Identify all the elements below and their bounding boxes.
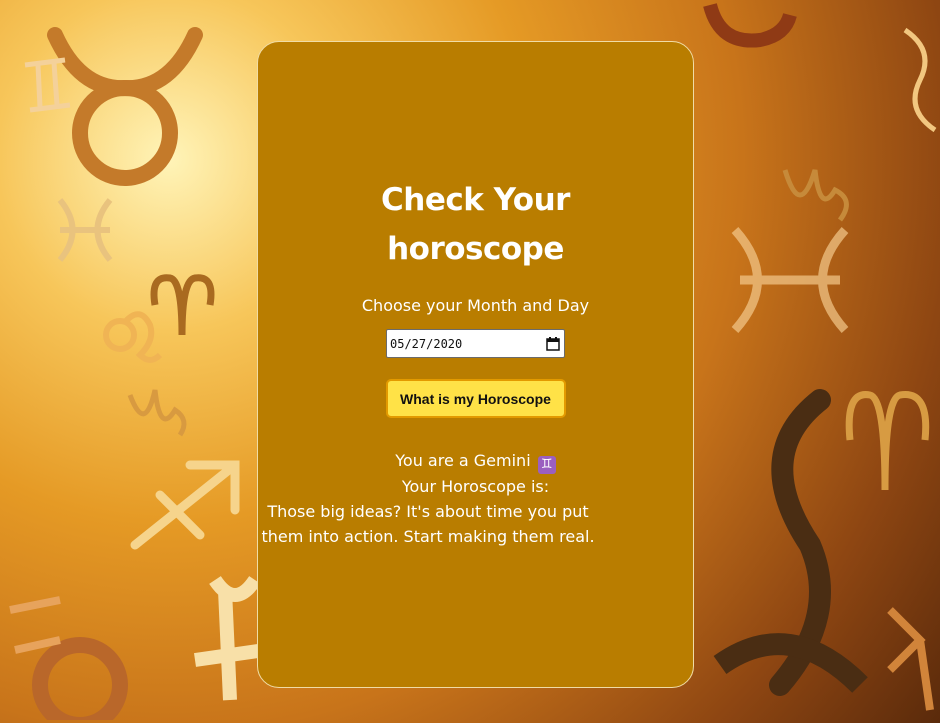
sign-text: You are a Gemini: [395, 451, 531, 470]
aries-symbol-icon: [150, 274, 215, 336]
horoscope-text: Those big ideas? It's about time you put…: [261, 502, 595, 546]
leo-symbol-icon: [103, 311, 163, 363]
aries-small-symbol-icon: [887, 607, 934, 711]
calendar-icon[interactable]: [546, 336, 560, 351]
pisces-right-symbol-icon: [731, 226, 849, 334]
sign-line: You are a Gemini ♊: [258, 448, 693, 474]
gemini-sign-icon: ♊: [537, 456, 556, 474]
capricorn-symbol-icon: [127, 389, 187, 437]
gemini-symbol-icon: [24, 57, 71, 113]
date-input-value[interactable]: 05/27/2020: [390, 337, 462, 351]
horoscope-card: Check Your horoscope Choose your Month a…: [257, 41, 694, 688]
date-input[interactable]: 05/27/2020: [386, 329, 565, 358]
capricorn-right-symbol-icon: [782, 169, 849, 222]
result-section: You are a Gemini ♊ Your Horoscope is: Th…: [258, 448, 693, 549]
horoscope-heading: Your Horoscope is:: [401, 477, 550, 496]
get-horoscope-button[interactable]: What is my Horoscope: [385, 379, 566, 418]
aries-right-symbol-icon: [845, 391, 930, 491]
edge-symbol-icon: [903, 27, 937, 133]
taurus-symbol-icon: [47, 27, 203, 186]
pisces-symbol-icon: [57, 198, 113, 262]
aquarius-symbol-icon: [9, 596, 128, 720]
page-title: Check Your horoscope: [381, 182, 570, 267]
sagittarius-symbol-icon: [130, 460, 240, 550]
dark-taurus-symbol-icon: [713, 389, 868, 696]
date-prompt-label: Choose your Month and Day: [361, 296, 590, 315]
top-right-symbol-icon: [703, 2, 797, 48]
